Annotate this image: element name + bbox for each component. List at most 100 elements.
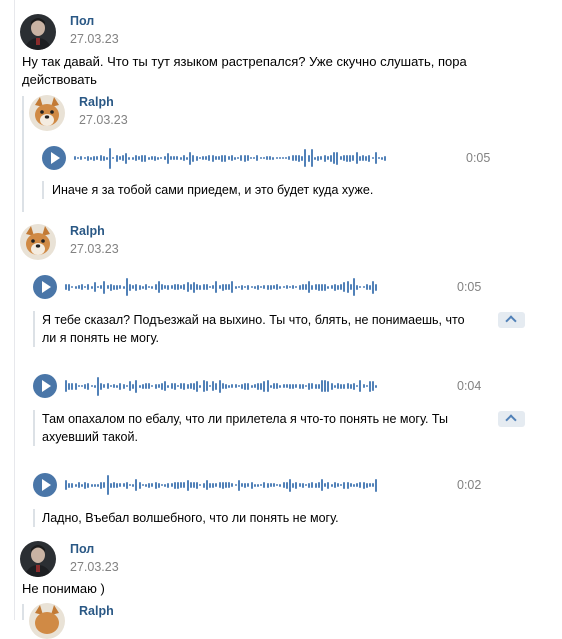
waveform-bar: [349, 383, 352, 389]
avatar-ralph[interactable]: [29, 95, 65, 131]
waveform-bar: [305, 284, 307, 290]
waveform-bar: [100, 285, 103, 289]
waveform-bar: [109, 283, 112, 291]
waveform-bar: [97, 286, 99, 288]
voice-waveform[interactable]: [74, 146, 390, 170]
author-name[interactable]: Пол: [70, 14, 94, 28]
waveform-bar: [183, 284, 186, 290]
voice-waveform[interactable]: [65, 275, 381, 299]
waveform-bar: [250, 384, 253, 388]
voice-waveform[interactable]: [65, 473, 381, 497]
voice-waveform[interactable]: [65, 374, 381, 398]
message-date[interactable]: 27.03.23: [70, 560, 119, 574]
waveform-bar: [253, 483, 256, 487]
play-button[interactable]: [33, 473, 57, 497]
waveform-bar: [321, 479, 323, 491]
collapse-transcript-button[interactable]: [498, 411, 525, 427]
waveform-bar: [74, 285, 77, 289]
avatar-pol[interactable]: [20, 541, 56, 577]
waveform-bar: [167, 384, 170, 388]
waveform-bar: [151, 385, 154, 387]
waveform-bar: [285, 384, 288, 388]
waveform-bar: [346, 281, 349, 293]
waveform-bar: [228, 384, 231, 388]
waveform-bar: [209, 286, 211, 288]
waveform-bar: [179, 156, 182, 160]
message-date[interactable]: 27.03.23: [70, 242, 119, 256]
waveform-bar: [237, 479, 240, 491]
waveform-bar: [231, 483, 234, 487]
message-date[interactable]: 27.03.23: [79, 113, 128, 127]
waveform-bar: [365, 284, 368, 290]
waveform-bar: [273, 383, 275, 389]
avatar-ralph[interactable]: [29, 603, 65, 639]
author-name[interactable]: Ralph: [70, 224, 105, 238]
play-button[interactable]: [33, 374, 57, 398]
waveform-bar: [369, 483, 371, 487]
waveform-bar: [372, 483, 375, 487]
waveform-bar: [237, 157, 240, 159]
waveform-bar: [273, 483, 275, 487]
waveform-bar: [77, 285, 80, 289]
waveform-bar: [215, 483, 218, 487]
voice-transcript: Я тебе сказал? Подъезжай на выхино. Ты ч…: [42, 313, 465, 327]
author-name[interactable]: Ralph: [79, 95, 114, 109]
waveform-bar: [218, 379, 221, 393]
waveform-bar: [276, 284, 279, 290]
avatar-ralph[interactable]: [20, 224, 56, 260]
voice-duration: 0:04: [457, 379, 482, 393]
play-button[interactable]: [42, 146, 66, 170]
chat-left-border: [14, 0, 15, 620]
waveform-bar: [145, 383, 147, 389]
waveform-bar: [186, 156, 188, 160]
waveform-bar: [340, 484, 343, 486]
waveform-bar: [362, 481, 365, 489]
waveform-bar: [321, 380, 323, 392]
waveform-bar: [285, 157, 288, 159]
waveform-bar: [109, 385, 112, 387]
waveform-bar: [90, 156, 92, 160]
dog-avatar-icon: [20, 224, 56, 260]
waveform-bar: [199, 384, 202, 388]
waveform-bar: [215, 281, 218, 293]
avatar-pol[interactable]: [20, 14, 56, 50]
waveform-bar: [301, 383, 304, 389]
waveform-bar: [279, 384, 282, 388]
author-name[interactable]: Пол: [70, 542, 94, 556]
waveform-bar: [77, 385, 80, 387]
waveform-bar: [228, 284, 231, 290]
waveform-bar: [115, 154, 118, 162]
waveform-bar: [356, 385, 359, 387]
waveform-bar: [349, 284, 352, 290]
waveform-bar: [103, 280, 106, 294]
waveform-bar: [132, 483, 135, 487]
waveform-bar: [292, 482, 295, 488]
collapse-transcript-button[interactable]: [498, 312, 525, 328]
waveform-bar: [256, 155, 259, 161]
waveform-bar: [234, 156, 236, 160]
waveform-bar: [145, 284, 147, 290]
voice-transcript: Иначе я за тобой сами приедем, и это буд…: [52, 183, 374, 197]
waveform-bar: [381, 156, 384, 160]
waveform-bar: [202, 380, 205, 392]
waveform-bar: [356, 284, 359, 290]
waveform-bar: [279, 285, 282, 289]
waveform-bar: [298, 284, 301, 290]
waveform-bar: [180, 482, 183, 488]
waveform-bar: [369, 380, 371, 392]
waveform-bar: [346, 383, 349, 389]
waveform-bar: [304, 149, 307, 167]
waveform-bar: [253, 384, 256, 388]
message-text: Ну так давай. Что ты тут языком растрепа…: [22, 54, 467, 69]
waveform-bar: [177, 284, 179, 290]
waveform-bar: [209, 385, 211, 387]
waveform-bar: [301, 482, 304, 488]
author-name[interactable]: Ralph: [79, 604, 114, 618]
waveform-bar: [353, 278, 355, 296]
waveform-bar: [148, 286, 151, 288]
waveform-bar: [330, 154, 332, 162]
play-button[interactable]: [33, 275, 57, 299]
message-date[interactable]: 27.03.23: [70, 32, 119, 46]
waveform-bar: [276, 484, 279, 486]
waveform-bar: [167, 482, 170, 488]
